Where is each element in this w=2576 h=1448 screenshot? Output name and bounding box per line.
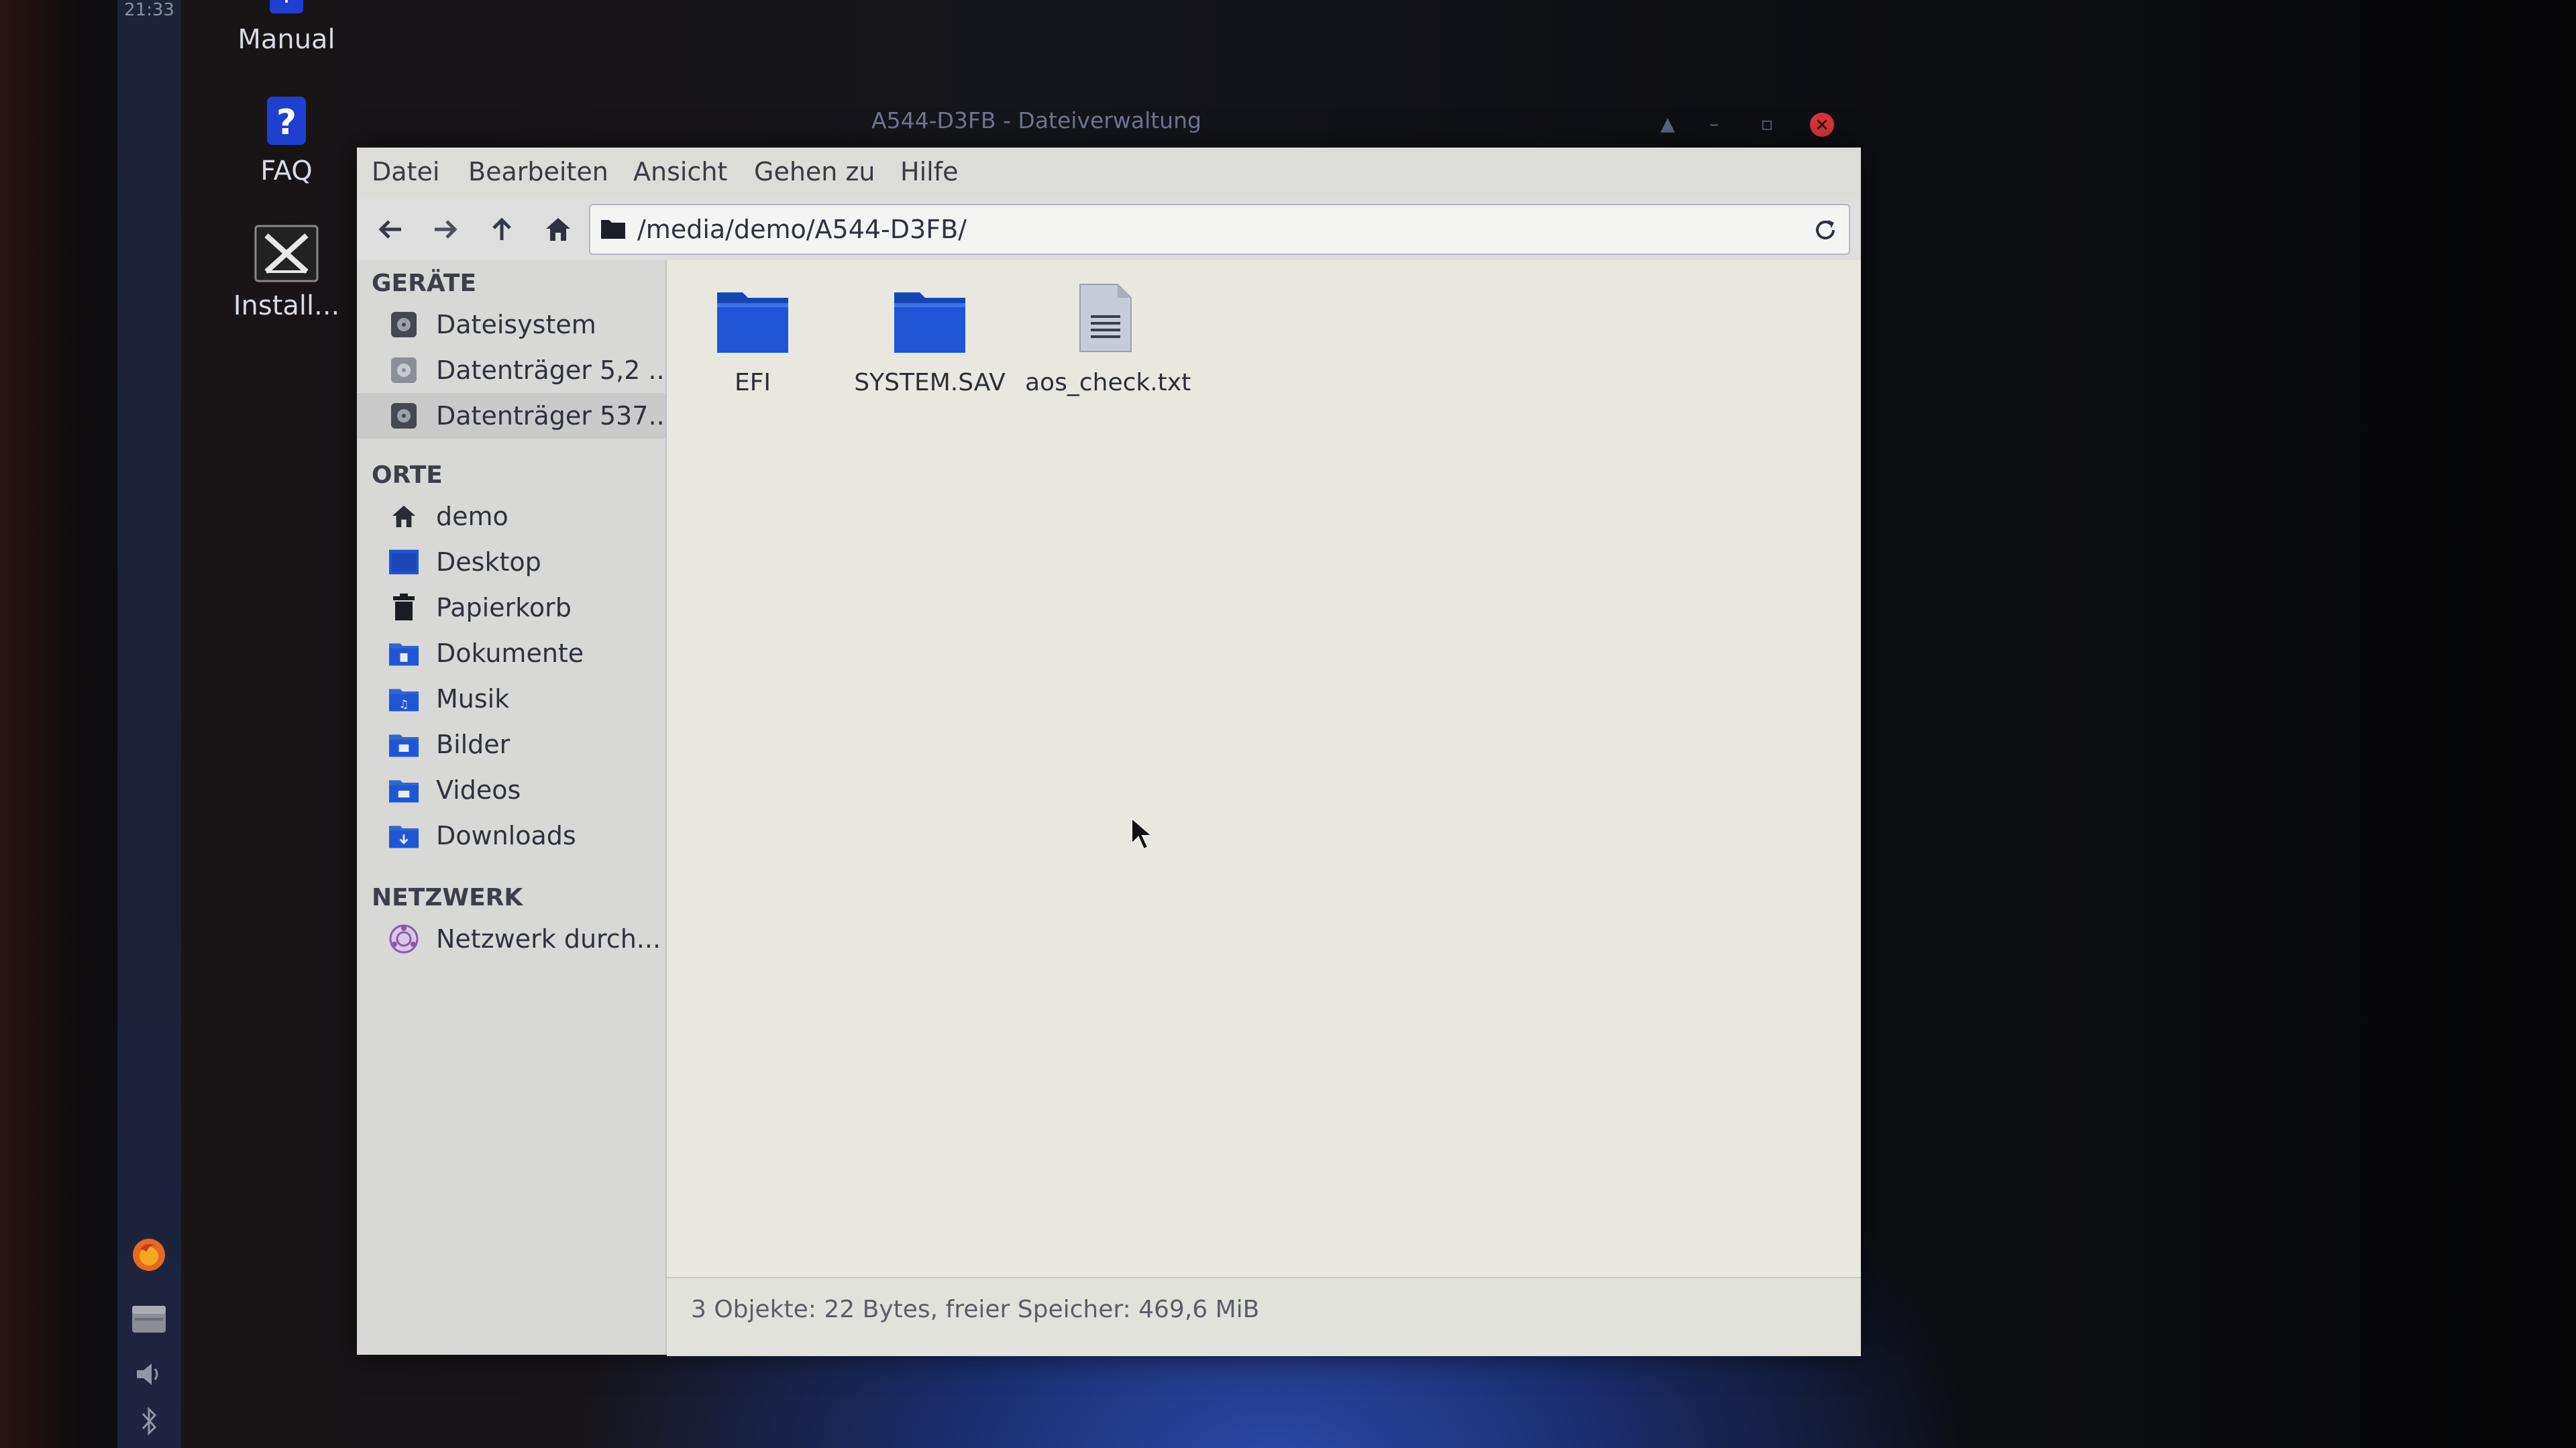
svg-text:?: ?: [276, 103, 297, 143]
sidebar-item-label: Dateisystem: [436, 310, 596, 339]
close-icon[interactable]: ×: [1810, 113, 1834, 137]
music-folder-icon: ♫: [389, 685, 419, 712]
folder-icon: [600, 217, 627, 243]
volume-icon[interactable]: [129, 1355, 168, 1394]
home-icon[interactable]: [539, 211, 577, 248]
desktop-icon-label: Manual: [237, 24, 335, 55]
sidebar-item-label: Desktop: [436, 547, 541, 577]
sidebar-item-musik[interactable]: ♫ Musik: [357, 676, 665, 722]
sidebar-item-label: Dokumente: [436, 638, 584, 668]
sidebar-item-label: Netzwerk durch...: [436, 924, 661, 954]
menu-bearbeiten[interactable]: Bearbeiten: [468, 157, 608, 186]
home-icon: [389, 503, 419, 530]
status-bar: 3 Objekte: 22 Bytes, freier Speicher: 46…: [667, 1277, 1861, 1356]
mouse-cursor-icon: [1130, 816, 1154, 853]
manual-icon: i: [263, 0, 310, 16]
maximize-icon[interactable]: ▫: [1754, 113, 1780, 135]
location-bar[interactable]: /media/demo/A544-D3FB/: [589, 204, 1850, 255]
up-arrow-icon[interactable]: [483, 211, 521, 248]
sidebar-item-papierkorb[interactable]: Papierkorb: [357, 585, 665, 630]
location-path[interactable]: /media/demo/A544-D3FB/: [637, 215, 967, 244]
folder-icon: [712, 274, 793, 354]
svg-text:♫: ♫: [399, 698, 409, 711]
file-name: SYSTEM.SAV: [854, 369, 1006, 396]
file-manager-icon[interactable]: [129, 1300, 168, 1339]
file-view[interactable]: EFI SYSTEM.SAV aos_check.txt: [667, 260, 1861, 1277]
drive-icon: [389, 402, 419, 429]
sidebar-heading-geraete: GERÄTE: [372, 270, 477, 297]
sidebar-item-downloads[interactable]: Downloads: [357, 813, 665, 858]
menu-hilfe[interactable]: Hilfe: [900, 157, 958, 186]
desktop-icon-manual[interactable]: i Manual: [199, 0, 374, 55]
file-manager-window: Datei Bearbeiten Ansicht Gehen zu Hilfe …: [357, 148, 1861, 1356]
sidebar-item-label: Videos: [436, 775, 521, 805]
folder-icon: [890, 274, 970, 354]
side-panel: 21:33: [117, 0, 181, 1448]
sidebar: GERÄTE Dateisystem Datenträger 5,2 ... D…: [357, 260, 673, 1355]
sidebar-item-label: Downloads: [436, 821, 576, 850]
sidebar-item-demo[interactable]: demo: [357, 494, 665, 539]
sidebar-item-label: Datenträger 537...: [436, 401, 673, 431]
file-name: aos_check.txt: [1025, 369, 1191, 396]
menu-gehen-zu[interactable]: Gehen zu: [754, 157, 875, 186]
toolbar: /media/demo/A544-D3FB/: [357, 199, 1861, 260]
sidebar-item-netzwerk[interactable]: Netzwerk durch...: [357, 916, 665, 962]
sidebar-item-dokumente[interactable]: Dokumente: [357, 630, 665, 676]
network-icon: [389, 924, 419, 954]
reload-icon[interactable]: [1809, 213, 1842, 247]
sidebar-heading-netzwerk: NETZWERK: [372, 884, 523, 911]
text-file-icon: [1065, 274, 1146, 354]
sidebar-item-label: demo: [436, 502, 508, 531]
drive-icon: [389, 357, 419, 384]
svg-text:i: i: [282, 0, 290, 9]
desktop-icon-faq[interactable]: ? FAQ: [199, 94, 374, 186]
install-icon: [254, 225, 319, 282]
sidebar-item-bilder[interactable]: Bilder: [357, 722, 665, 767]
file-item-system-sav[interactable]: SYSTEM.SAV: [849, 274, 1010, 396]
menu-datei[interactable]: Datei: [372, 157, 439, 186]
sidebar-item-videos[interactable]: Videos: [357, 767, 665, 813]
documents-folder-icon: [389, 640, 419, 667]
videos-folder-icon: [389, 777, 419, 803]
sidebar-item-dateisystem[interactable]: Dateisystem: [357, 302, 665, 347]
sidebar-item-label: Bilder: [436, 730, 511, 759]
forward-arrow-icon[interactable]: [427, 211, 464, 248]
pictures-folder-icon: [389, 731, 419, 758]
sidebar-item-label: Musik: [436, 684, 510, 714]
drive-icon: [389, 311, 419, 338]
trash-icon: [389, 594, 419, 621]
file-item-efi[interactable]: EFI: [672, 274, 833, 396]
sidebar-item-label: Papierkorb: [436, 593, 572, 622]
sidebar-item-datentraeger-1[interactable]: Datenträger 5,2 ...: [357, 347, 673, 393]
menu-ansicht[interactable]: Ansicht: [633, 157, 727, 186]
back-arrow-icon[interactable]: [372, 211, 409, 248]
desktop-icon-label: FAQ: [260, 156, 313, 186]
firefox-icon[interactable]: [129, 1235, 168, 1274]
minimize-icon[interactable]: –: [1701, 113, 1727, 135]
file-item-aos-check[interactable]: aos_check.txt: [1025, 274, 1191, 396]
screen-bezel: [0, 0, 117, 1448]
sidebar-item-datentraeger-2[interactable]: Datenträger 537...: [357, 393, 673, 439]
downloads-folder-icon: [389, 822, 419, 849]
panel-clock: 21:33: [124, 0, 174, 20]
desktop-folder-icon: [389, 549, 419, 575]
menu-bar: Datei Bearbeiten Ansicht Gehen zu Hilfe: [357, 148, 1861, 199]
desktop-icon-install[interactable]: Install...: [199, 225, 374, 321]
sidebar-item-desktop[interactable]: Desktop: [357, 539, 665, 585]
sidebar-item-label: Datenträger 5,2 ...: [436, 355, 673, 385]
sidebar-heading-orte: ORTE: [372, 461, 443, 489]
status-text: 3 Objekte: 22 Bytes, freier Speicher: 46…: [691, 1296, 1260, 1323]
desktop-icon-label: Install...: [233, 290, 340, 321]
window-title: A544-D3FB - Dateiverwaltung: [871, 107, 1201, 133]
help-icon: ?: [263, 94, 310, 148]
file-name: EFI: [734, 369, 771, 396]
eject-icon[interactable]: ▲: [1654, 113, 1681, 135]
bluetooth-icon[interactable]: [129, 1402, 168, 1441]
